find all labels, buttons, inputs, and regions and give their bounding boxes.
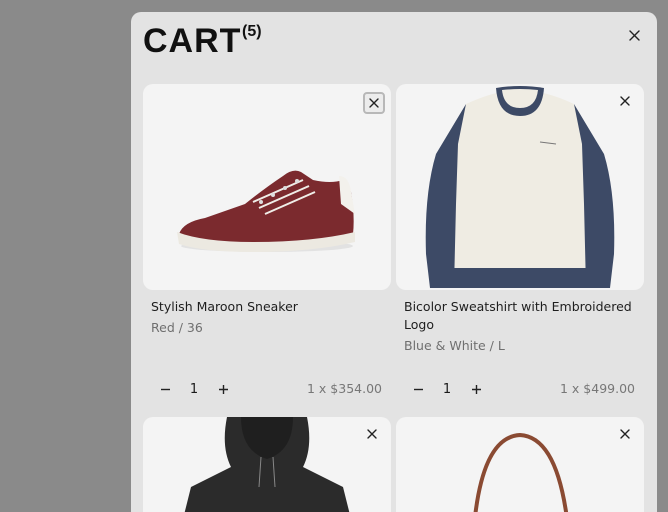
cart-count: (5) bbox=[242, 23, 262, 40]
line-price: 1 x $499.00 bbox=[560, 381, 635, 396]
decrease-quantity-button[interactable] bbox=[408, 380, 428, 398]
product-variant: Blue & White / L bbox=[404, 338, 505, 353]
minus-icon bbox=[413, 388, 423, 390]
product-name[interactable]: Bicolor Sweatshirt with Embroidered Logo bbox=[404, 298, 636, 334]
remove-item-button[interactable] bbox=[616, 425, 634, 443]
sweatshirt-image bbox=[425, 86, 615, 288]
product-image-hoodie[interactable] bbox=[143, 417, 391, 512]
cart-item: Stylish Maroon Sneaker Red / 36 1 1 x $3… bbox=[143, 84, 391, 414]
increase-quantity-button[interactable] bbox=[466, 380, 486, 398]
bag-image bbox=[473, 432, 569, 512]
cart-item: Bicolor Sweatshirt with Embroidered Logo… bbox=[396, 84, 644, 414]
product-name[interactable]: Stylish Maroon Sneaker bbox=[151, 298, 383, 316]
minus-icon bbox=[160, 388, 170, 390]
line-price: 1 x $354.00 bbox=[307, 381, 382, 396]
hoodie-image bbox=[184, 417, 350, 512]
remove-item-button[interactable] bbox=[363, 92, 385, 114]
quantity-value[interactable]: 1 bbox=[434, 382, 460, 397]
cart-title: CART bbox=[143, 22, 242, 60]
cart-drawer: CART (5) Stylish Maroon Sneaker Red / 36 bbox=[131, 12, 657, 512]
increase-quantity-button[interactable] bbox=[213, 380, 233, 398]
close-icon bbox=[367, 429, 377, 439]
product-image-sweatshirt[interactable] bbox=[396, 84, 644, 290]
close-cart-button[interactable] bbox=[625, 26, 643, 44]
quantity-stepper: 1 bbox=[408, 380, 486, 398]
sneaker-image bbox=[177, 170, 355, 252]
close-icon bbox=[620, 429, 630, 439]
plus-icon bbox=[471, 384, 481, 394]
product-variant: Red / 36 bbox=[151, 320, 203, 335]
remove-item-button[interactable] bbox=[616, 92, 634, 110]
quantity-stepper: 1 bbox=[155, 380, 233, 398]
cart-item bbox=[396, 417, 644, 512]
close-icon bbox=[369, 98, 379, 108]
remove-item-button[interactable] bbox=[363, 425, 381, 443]
quantity-value[interactable]: 1 bbox=[181, 382, 207, 397]
product-image-sneaker[interactable] bbox=[143, 84, 391, 290]
cart-item bbox=[143, 417, 391, 512]
decrease-quantity-button[interactable] bbox=[155, 380, 175, 398]
product-image-bag[interactable] bbox=[396, 417, 644, 512]
plus-icon bbox=[218, 384, 228, 394]
close-icon bbox=[620, 96, 630, 106]
close-icon bbox=[628, 29, 640, 41]
